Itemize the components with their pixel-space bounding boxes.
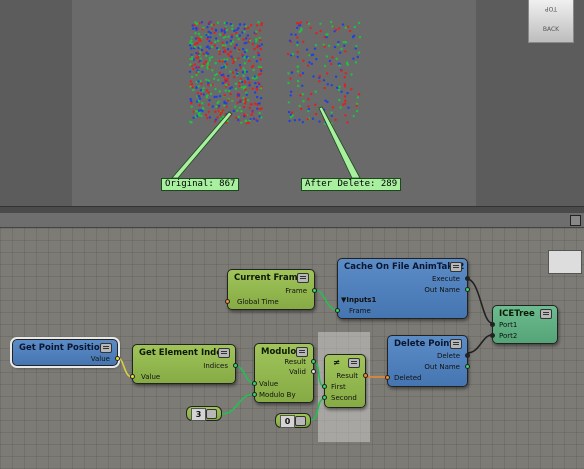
port-valid-connector[interactable] <box>311 369 316 374</box>
callout-pointer-after-delete <box>318 106 361 179</box>
nav-cube-back: BACK <box>542 26 560 33</box>
wire-delete-port2 <box>466 334 493 354</box>
ice-graph-canvas[interactable]: Current Frame Frame Global Time Cache On… <box>0 228 584 469</box>
port-group-inputs1[interactable]: ▼Inputs1 <box>341 296 376 304</box>
wire-frame-cache <box>314 289 338 311</box>
point-cloud-original <box>188 20 264 125</box>
point-cloud-after-delete <box>286 20 362 126</box>
port-global-time-connector[interactable] <box>225 299 230 304</box>
port-deleted-connector[interactable] <box>385 375 390 380</box>
port-port1-connector[interactable] <box>490 322 495 327</box>
port-execute: Execute <box>432 275 460 283</box>
nav-cube-top: TOP <box>545 5 558 12</box>
menu-icon[interactable] <box>450 262 462 272</box>
port-modulo-by: Modulo By <box>259 391 296 399</box>
menu-icon[interactable] <box>540 309 552 319</box>
const-node-3[interactable]: 3 <box>186 406 222 421</box>
point-count-after-delete-label: After Delete: 289 <box>301 178 402 191</box>
port-frame-in: Frame <box>349 307 371 315</box>
port-valid: Valid <box>289 368 306 376</box>
menu-icon[interactable] <box>450 339 462 349</box>
node-cache-on-file[interactable]: Cache On File AnimTake2 Execute Out Name… <box>335 258 470 319</box>
point-count-original-label: Original: 867 <box>161 178 240 191</box>
port-value-in: Value <box>259 380 279 388</box>
port-frame-connector[interactable] <box>312 288 317 293</box>
node-title: ICETree <box>499 309 535 319</box>
node-title: Get Point Position <box>19 343 106 353</box>
port-result-connector[interactable] <box>363 373 368 378</box>
graph-header-bar <box>0 213 584 228</box>
callout-pointer-original <box>171 111 233 179</box>
port-frame-in-connector[interactable] <box>335 308 340 313</box>
port-value-connector[interactable] <box>115 356 120 361</box>
node-title: ≠ <box>333 358 341 368</box>
port-second-connector[interactable] <box>322 395 327 400</box>
node-title: Get Element Index <box>139 348 228 358</box>
menu-icon[interactable] <box>297 273 309 283</box>
port-second: Second <box>331 394 357 402</box>
const-value[interactable]: 0 <box>280 415 295 428</box>
node-delete-point[interactable]: Delete Point Delete Out Name Deleted <box>385 335 470 387</box>
port-result: Result <box>284 358 306 366</box>
port-execute-connector[interactable] <box>465 276 470 281</box>
port-out-name: Out Name <box>424 363 460 371</box>
wire-modulo-first <box>312 361 325 387</box>
port-deleted: Deleted <box>394 374 422 382</box>
const-node-0[interactable]: 0 <box>275 413 311 428</box>
port-out-name-connector[interactable] <box>465 364 470 369</box>
node-icetree[interactable]: ICETree Port1 Port2 <box>490 305 558 344</box>
menu-icon[interactable] <box>100 343 112 353</box>
node-get-element-index[interactable]: Get Element Index Indices Value <box>130 344 238 384</box>
port-value-in: Value <box>141 373 161 381</box>
node-get-point-position[interactable]: Get Point Position Value <box>10 337 120 368</box>
node-title: Delete Point <box>394 339 454 349</box>
menu-icon[interactable] <box>296 347 308 357</box>
point-cloud-view <box>171 20 362 179</box>
menu-icon[interactable] <box>295 416 306 426</box>
port-out-name: Out Name <box>424 286 460 294</box>
navigation-cube[interactable]: TOP BACK <box>528 0 574 43</box>
wire-const3-modulo <box>221 393 255 415</box>
const-value[interactable]: 3 <box>191 408 206 421</box>
port-result-connector[interactable] <box>311 359 316 364</box>
wire-cache-execute <box>466 278 493 324</box>
port-delete-connector[interactable] <box>465 353 470 358</box>
node-title: Modulo <box>261 347 297 357</box>
port-port1: Port1 <box>499 321 518 329</box>
port-port2-connector[interactable] <box>490 333 495 338</box>
viewport-3d[interactable]: Original: 867 After Delete: 289 TOP BACK <box>0 0 584 206</box>
node-not-equal[interactable]: ≠ Result First Second <box>322 354 368 408</box>
menu-icon[interactable] <box>206 409 217 419</box>
port-delete: Delete <box>437 352 460 360</box>
port-modulo-by-connector[interactable] <box>252 392 257 397</box>
node-title: Cache On File AnimTake2 <box>344 262 465 272</box>
wire-getindex-modulo <box>234 365 255 384</box>
node-modulo[interactable]: Modulo Result Valid Value Modulo By <box>252 343 316 403</box>
menu-icon[interactable] <box>218 348 230 358</box>
port-port2: Port2 <box>499 332 518 340</box>
port-value-in-connector[interactable] <box>130 374 135 379</box>
node-title: Current Frame <box>234 273 304 283</box>
wire-const0-second <box>310 398 325 421</box>
port-indices: Indices <box>203 362 228 370</box>
maximize-icon[interactable] <box>570 215 581 226</box>
port-result: Result <box>336 372 358 380</box>
menu-icon[interactable] <box>348 358 360 368</box>
port-global-time: Global Time <box>237 298 279 306</box>
port-first: First <box>331 383 346 391</box>
port-frame: Frame <box>285 287 307 295</box>
port-out-name-connector[interactable] <box>465 287 470 292</box>
port-value: Value <box>90 355 110 363</box>
port-value-in-connector[interactable] <box>252 381 257 386</box>
node-current-frame[interactable]: Current Frame Frame Global Time <box>225 269 317 310</box>
port-first-connector[interactable] <box>322 384 327 389</box>
port-indices-connector[interactable] <box>233 363 238 368</box>
